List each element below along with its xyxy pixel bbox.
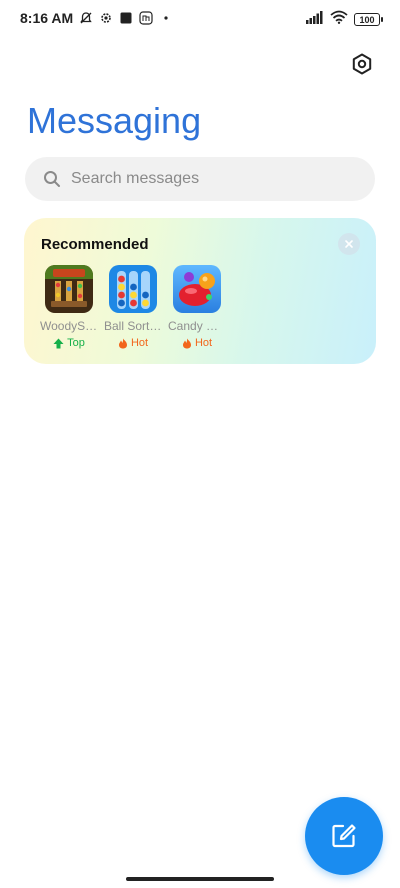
app-name: Candy Crush <box>168 319 226 333</box>
mi-icon <box>139 11 153 25</box>
search-input[interactable]: Search messages <box>25 157 375 201</box>
app-name: Ball Sort: Color <box>104 319 162 333</box>
compose-icon <box>332 824 356 848</box>
signal-icon <box>306 10 324 29</box>
recommended-title: Recommended <box>41 236 149 253</box>
arrow-up-icon <box>53 338 64 348</box>
search-icon <box>44 171 60 187</box>
recommended-card: Recommended WoodySort Top Ball Sort: Hot… <box>24 218 376 364</box>
settings-button[interactable] <box>348 50 376 78</box>
recommended-app-candy-crush[interactable]: Candy Crush Hot <box>168 265 226 349</box>
wifi-icon <box>330 10 348 29</box>
flame-icon <box>118 338 127 348</box>
settings-icon <box>352 53 372 75</box>
battery-icon: 100 <box>354 13 383 26</box>
app-name: WoodySort <box>40 319 98 333</box>
settings-gear-icon <box>99 11 113 25</box>
app-badge: Hot <box>182 337 212 349</box>
woody-sort-app-icon <box>45 265 93 313</box>
status-bar: 8:16 AM 100 <box>0 0 400 40</box>
recommended-app-ball-sort[interactable]: Ball Sort: Color Hot <box>104 265 162 349</box>
home-indicator[interactable] <box>126 877 274 881</box>
ball-sort-app-icon <box>109 265 157 313</box>
flame-icon <box>182 338 191 348</box>
badge-label: Hot <box>130 337 149 349</box>
status-time: 8:16 AM <box>20 10 74 26</box>
mute-bell-icon <box>79 11 93 25</box>
status-bar-right: 100 <box>306 10 383 29</box>
badge-label: Top <box>67 337 85 349</box>
compose-button[interactable] <box>305 797 383 875</box>
close-icon <box>345 240 353 248</box>
app-badge: Top <box>53 337 85 349</box>
page-title: Messaging <box>27 100 202 141</box>
app-badge: Hot <box>118 337 148 349</box>
recommended-app-woody[interactable]: WoodySort Top <box>40 265 98 349</box>
badge-label: Hot <box>194 337 213 349</box>
candy-crush-app-icon <box>173 265 221 313</box>
square-icon <box>119 11 133 25</box>
recommended-close-button[interactable] <box>338 233 360 255</box>
status-bar-left: 8:16 AM <box>20 10 173 26</box>
recommended-apps: WoodySort Top Ball Sort: Hot Candy Cru H… <box>40 265 226 349</box>
dot-icon <box>159 11 173 25</box>
search-placeholder: Search messages <box>71 170 200 187</box>
